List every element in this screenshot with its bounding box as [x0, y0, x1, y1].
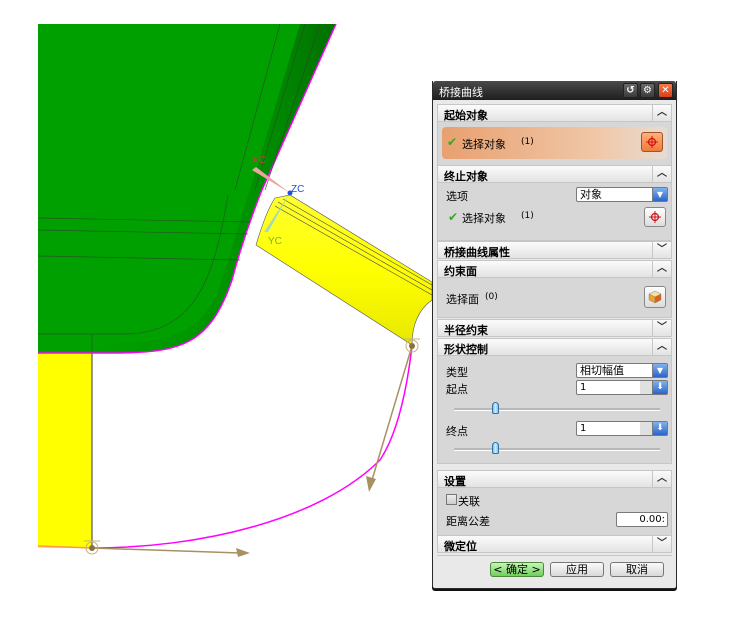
section-shape-control[interactable]: 形状控制 ︿ [437, 338, 672, 356]
section-constraint-face[interactable]: 约束面 ︿ [437, 260, 672, 278]
check-icon: ✔ [447, 135, 458, 149]
end-magnitude-value: 1 [580, 423, 587, 434]
select-object-count: (1) [521, 211, 534, 221]
section-bridge-properties-label: 桥接曲线属性 [444, 246, 510, 259]
section-settings[interactable]: 设置 ︿ [437, 470, 672, 488]
section-fine-position[interactable]: 微定位 ﹀ [437, 535, 672, 553]
section-end-object[interactable]: 终止对象 ︿ [437, 165, 672, 183]
bridge-curve-dialog: 桥接曲线 ↺ ⚙ ✕ 起始对象 ︿ ✔ 选择对象 (1) 终止对象 ︿ 选项 对… [432, 81, 677, 589]
start-magnitude-field[interactable]: 1 ⬇ [576, 380, 668, 395]
select-object-label: 选择对象 [462, 212, 506, 225]
type-value: 相切幅值 [580, 364, 624, 377]
option-label: 选项 [446, 190, 468, 203]
reset-icon[interactable]: ↺ [623, 83, 638, 98]
apply-button[interactable]: 应用 [550, 562, 604, 577]
chevron-up-icon[interactable]: ︿ [652, 166, 671, 182]
start-tangent-vector[interactable] [91, 547, 250, 557]
section-settings-label: 设置 [444, 475, 466, 488]
section-start-object[interactable]: 起始对象 ︿ [437, 104, 672, 122]
dropdown-arrow-icon[interactable]: ▼ [652, 188, 667, 201]
end-slider-thumb[interactable] [491, 442, 499, 454]
type-dropdown[interactable]: 相切幅值 ▼ [576, 363, 668, 378]
distance-tolerance-value: 0.00: [639, 514, 665, 525]
cancel-button[interactable]: 取消 [610, 562, 664, 577]
end-point-label: 终点 [446, 425, 468, 438]
start-object-body: ✔ 选择对象 (1) [437, 122, 672, 167]
dropdown-arrow-icon[interactable]: ▼ [652, 364, 667, 377]
type-label: 类型 [446, 366, 468, 379]
chevron-up-icon[interactable]: ︿ [652, 105, 671, 121]
distance-tolerance-field[interactable]: 0.00: [616, 512, 668, 527]
settings-icon[interactable]: ⚙ [640, 83, 655, 98]
check-icon: ✔ [448, 210, 459, 224]
ok-button[interactable]: < 确定 > [490, 562, 544, 577]
chevron-down-icon[interactable]: ﹀ [652, 320, 671, 336]
yc-axis-label: YC [268, 236, 282, 247]
start-magnitude-slider[interactable] [454, 408, 660, 411]
section-radius-constraint[interactable]: 半径约束 ﹀ [437, 319, 672, 337]
associative-label: 关联 [458, 495, 480, 508]
select-end-object-button[interactable] [644, 207, 666, 227]
settings-body: 关联 距离公差 0.00: [437, 488, 672, 536]
face-cube-icon [648, 290, 662, 304]
option-value: 对象 [580, 188, 602, 201]
select-object-label: 选择对象 [462, 138, 506, 151]
section-shape-control-label: 形状控制 [444, 343, 488, 356]
shape-control-body: 类型 相切幅值 ▼ 起点 1 ⬇ 终点 1 ⬇ [437, 356, 672, 464]
start-slider-thumb[interactable] [491, 402, 499, 414]
section-radius-constraint-label: 半径约束 [444, 324, 488, 337]
option-dropdown[interactable]: 对象 ▼ [576, 187, 668, 202]
start-object-selection-row[interactable]: ✔ 选择对象 (1) [442, 127, 667, 159]
constraint-face-body: 选择面 (0) [437, 278, 672, 318]
bridge-curve[interactable] [91, 345, 413, 549]
yellow-sheet-left[interactable] [38, 352, 92, 548]
xc-axis-label: XC [252, 155, 266, 166]
start-magnitude-value: 1 [580, 382, 587, 393]
close-icon[interactable]: ✕ [658, 83, 673, 98]
select-face-label: 选择面 [446, 293, 479, 306]
end-magnitude-slider[interactable] [454, 448, 660, 451]
button-divider [437, 555, 672, 556]
chevron-down-icon[interactable]: ﹀ [652, 242, 671, 258]
associative-checkbox[interactable] [446, 494, 457, 505]
section-bridge-properties[interactable]: 桥接曲线属性 ﹀ [437, 241, 672, 259]
crosshair-icon [646, 136, 658, 148]
select-object-count: (1) [521, 137, 534, 147]
section-end-object-label: 终止对象 [444, 170, 488, 183]
crosshair-icon [649, 211, 661, 223]
dialog-title: 桥接曲线 [439, 86, 483, 99]
section-constraint-face-label: 约束面 [444, 265, 477, 278]
section-fine-position-label: 微定位 [444, 540, 477, 553]
down-arrow-icon[interactable]: ⬇ [652, 381, 667, 394]
chevron-up-icon[interactable]: ︿ [652, 339, 671, 355]
chevron-down-icon[interactable]: ﹀ [652, 536, 671, 552]
down-arrow-icon[interactable]: ⬇ [652, 422, 667, 435]
select-start-object-button[interactable] [641, 132, 663, 152]
select-face-count: (0) [485, 292, 498, 302]
select-face-button[interactable] [644, 286, 666, 308]
end-object-body: 选项 对象 ▼ ✔ 选择对象 (1) [437, 183, 672, 241]
end-magnitude-field[interactable]: 1 ⬇ [576, 421, 668, 436]
end-tangent-vector[interactable] [366, 345, 413, 492]
section-start-object-label: 起始对象 [444, 109, 488, 122]
zc-axis-label: ZC [291, 184, 305, 195]
chevron-up-icon[interactable]: ︿ [652, 261, 671, 277]
distance-tolerance-label: 距离公差 [446, 515, 490, 528]
start-point-label: 起点 [446, 383, 468, 396]
chevron-up-icon[interactable]: ︿ [652, 471, 671, 487]
dialog-titlebar[interactable]: 桥接曲线 ↺ ⚙ ✕ [433, 81, 676, 100]
